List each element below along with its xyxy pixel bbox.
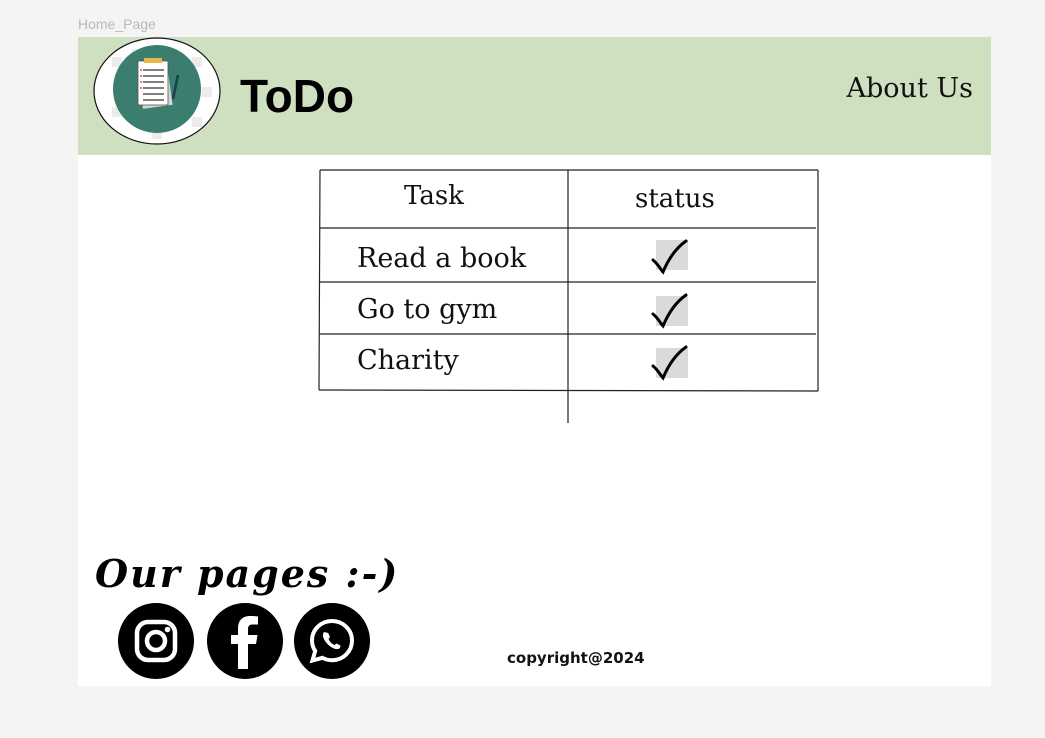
task-label: Read a book — [357, 243, 527, 274]
nav-about-us-link[interactable]: About Us — [847, 73, 973, 104]
status-checkbox[interactable] — [651, 293, 688, 329]
header: ToDo About Us — [78, 37, 991, 155]
home-page-frame: ToDo About Us Task status Read a book Go… — [78, 37, 991, 686]
task-label: Charity — [357, 345, 459, 376]
checkmark-icon — [651, 293, 688, 329]
checkmark-icon — [651, 345, 688, 381]
column-header-status: status — [635, 184, 715, 214]
whatsapp-link[interactable] — [294, 603, 370, 679]
frame-label: Home_Page — [78, 16, 156, 32]
our-pages-heading: Our pages :-) — [95, 551, 400, 596]
status-checkbox[interactable] — [651, 239, 688, 275]
whatsapp-icon — [309, 618, 355, 664]
status-checkbox[interactable] — [651, 345, 688, 381]
brand-title: ToDo — [240, 70, 355, 122]
facebook-link[interactable] — [207, 603, 283, 679]
column-header-task: Task — [404, 181, 464, 211]
instagram-link[interactable] — [118, 603, 194, 679]
checkmark-icon — [651, 239, 688, 275]
facebook-icon — [231, 616, 258, 669]
instagram-icon — [134, 619, 178, 663]
copyright-text: copyright@2024 — [507, 649, 645, 667]
task-label: Go to gym — [357, 294, 498, 325]
logo-icon[interactable] — [92, 37, 222, 145]
